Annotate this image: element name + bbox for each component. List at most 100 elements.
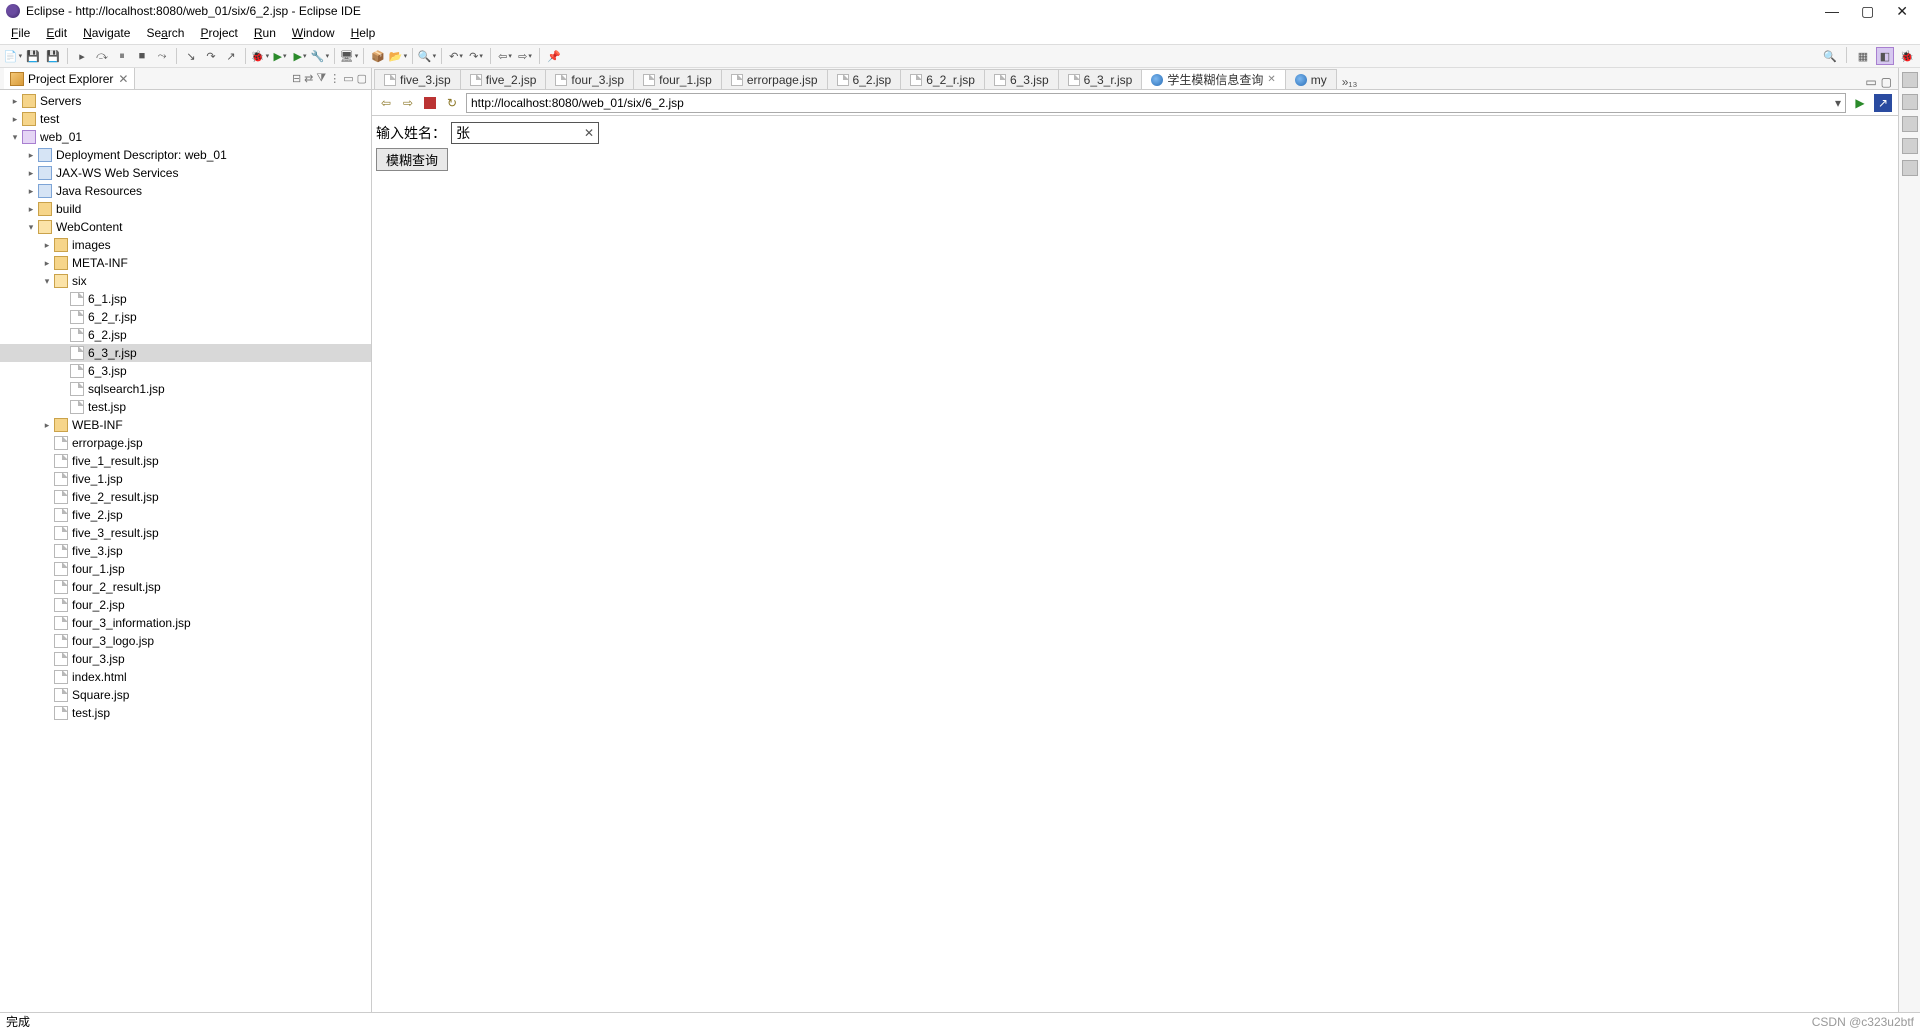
tree-item[interactable]: ▸images [0,236,371,254]
close-button[interactable]: ✕ [1896,3,1908,20]
editor-tab[interactable]: five_2.jsp [460,69,547,89]
tab-overflow-button[interactable]: »₁₃ [1338,75,1362,89]
close-view-button[interactable]: ✕ [118,72,128,86]
tree-item[interactable]: 6_3_r.jsp [0,344,371,362]
tree-item[interactable]: four_2.jsp [0,596,371,614]
browser-forward-button[interactable]: ⇨ [400,95,416,111]
tree-item[interactable]: 6_2_r.jsp [0,308,371,326]
tree-item[interactable]: ▾six [0,272,371,290]
minimize-editor-button[interactable]: ▭ [1865,75,1876,89]
editor-tab[interactable]: four_1.jsp [633,69,722,89]
editor-tab[interactable]: 6_2.jsp [827,69,902,89]
expand-icon[interactable]: ▸ [24,186,38,197]
editor-tab[interactable]: 6_2_r.jsp [900,69,985,89]
editor-tab[interactable]: my [1285,69,1337,89]
tree-item[interactable]: ▸test [0,110,371,128]
filter-button[interactable]: ⧩ [316,72,326,85]
annotation-next-button[interactable]: ↷ [467,47,485,65]
snippets-button[interactable] [1902,138,1918,154]
tree-item[interactable]: ▸WEB-INF [0,416,371,434]
minimize-view-button[interactable]: ▭ [343,72,353,85]
expand-icon[interactable]: ▸ [24,150,38,161]
tree-item[interactable]: 6_2.jsp [0,326,371,344]
outline-view-button[interactable] [1902,72,1918,88]
debug-button[interactable]: 🐞 [251,47,269,65]
minimize-button[interactable]: — [1825,3,1839,20]
browser-stop-button[interactable] [422,95,438,111]
maximize-editor-button[interactable]: ▢ [1881,75,1892,89]
menu-window[interactable]: Window [285,24,342,42]
menu-project[interactable]: Project [193,24,244,42]
tree-item[interactable]: five_3_result.jsp [0,524,371,542]
expand-icon[interactable]: ▸ [8,114,22,125]
menu-help[interactable]: Help [344,24,383,42]
expand-icon[interactable]: ▸ [24,204,38,215]
tree-item[interactable]: ▸META-INF [0,254,371,272]
tree-item[interactable]: sqlsearch1.jsp [0,380,371,398]
pin-editor-button[interactable]: 📌 [545,47,563,65]
editor-tab[interactable]: 6_3_r.jsp [1058,69,1143,89]
browser-back-button[interactable]: ⇦ [378,95,394,111]
expand-icon[interactable]: ▾ [8,132,22,143]
browser-refresh-button[interactable]: ↻ [444,95,460,111]
expand-icon[interactable]: ▸ [40,420,54,431]
tree-item[interactable]: test.jsp [0,398,371,416]
new-server-button[interactable]: 🖥 [340,47,358,65]
skip-button[interactable]: ⤼ [93,47,111,65]
tree-item[interactable]: ▸Java Resources [0,182,371,200]
tree-item[interactable]: index.html [0,668,371,686]
menu-search[interactable]: Search [139,24,191,42]
editor-tab[interactable]: five_3.jsp [374,69,461,89]
name-input[interactable]: 张 ✕ [451,122,599,144]
tree-item[interactable]: five_1_result.jsp [0,452,371,470]
fuzzy-search-button[interactable]: 模糊查询 [376,148,448,171]
expand-icon[interactable]: ▾ [40,276,54,287]
new-button[interactable]: 📄 [4,47,22,65]
tree-item[interactable]: 6_1.jsp [0,290,371,308]
pause-button[interactable]: ⏸ [113,47,131,65]
editor-tab[interactable]: 6_3.jsp [984,69,1059,89]
editor-tab[interactable]: errorpage.jsp [721,69,828,89]
url-dropdown-icon[interactable]: ▾ [1835,96,1841,110]
menu-navigate[interactable]: Navigate [76,24,137,42]
editor-tab[interactable]: four_3.jsp [545,69,634,89]
clear-input-icon[interactable]: ✕ [584,126,594,140]
maximize-button[interactable]: ▢ [1861,3,1874,20]
tree-item[interactable]: five_1.jsp [0,470,371,488]
tree-item[interactable]: five_2.jsp [0,506,371,524]
expand-icon[interactable]: ▸ [8,96,22,107]
step-into-button[interactable]: ↘ [182,47,200,65]
new-package-button[interactable]: 📦 [369,47,387,65]
tree-item[interactable]: errorpage.jsp [0,434,371,452]
link-editor-button[interactable]: ⇄ [304,72,313,85]
tree-item[interactable]: five_2_result.jsp [0,488,371,506]
tree-item[interactable]: ▸JAX-WS Web Services [0,164,371,182]
quick-access-button[interactable]: 🔍 [1821,47,1839,65]
debug-perspective-button[interactable]: 🐞 [1898,47,1916,65]
tree-item[interactable]: ▸Deployment Descriptor: web_01 [0,146,371,164]
expand-icon[interactable]: ▾ [24,222,38,233]
menu-file[interactable]: File [4,24,37,42]
tree-item[interactable]: four_3_information.jsp [0,614,371,632]
tree-item[interactable]: four_2_result.jsp [0,578,371,596]
close-tab-icon[interactable]: ✕ [1267,74,1275,85]
open-perspective-button[interactable]: ▦ [1854,47,1872,65]
maximize-view-button[interactable]: ▢ [357,72,367,85]
open-type-button[interactable]: 📂 [389,47,407,65]
forward-history-button[interactable]: ⇨ [516,47,534,65]
step-over-button[interactable]: ↷ [202,47,220,65]
tree-item[interactable]: ▾WebContent [0,218,371,236]
save-all-button[interactable]: 💾 [44,47,62,65]
back-history-button[interactable]: ⇦ [496,47,514,65]
step-return-button[interactable]: ↗ [222,47,240,65]
disconnect-button[interactable]: ⤳ [153,47,171,65]
tree-item[interactable]: four_3_logo.jsp [0,632,371,650]
expand-icon[interactable]: ▸ [40,240,54,251]
stop-button[interactable]: ■ [133,47,151,65]
url-input[interactable]: http://localhost:8080/web_01/six/6_2.jsp… [466,93,1846,113]
java-ee-perspective-button[interactable]: ◧ [1876,47,1894,65]
run-button[interactable]: ▶ [271,47,289,65]
collapse-all-button[interactable]: ⊟ [292,72,301,85]
browser-external-button[interactable]: ↗ [1874,94,1892,112]
search-button[interactable]: 🔍 [418,47,436,65]
